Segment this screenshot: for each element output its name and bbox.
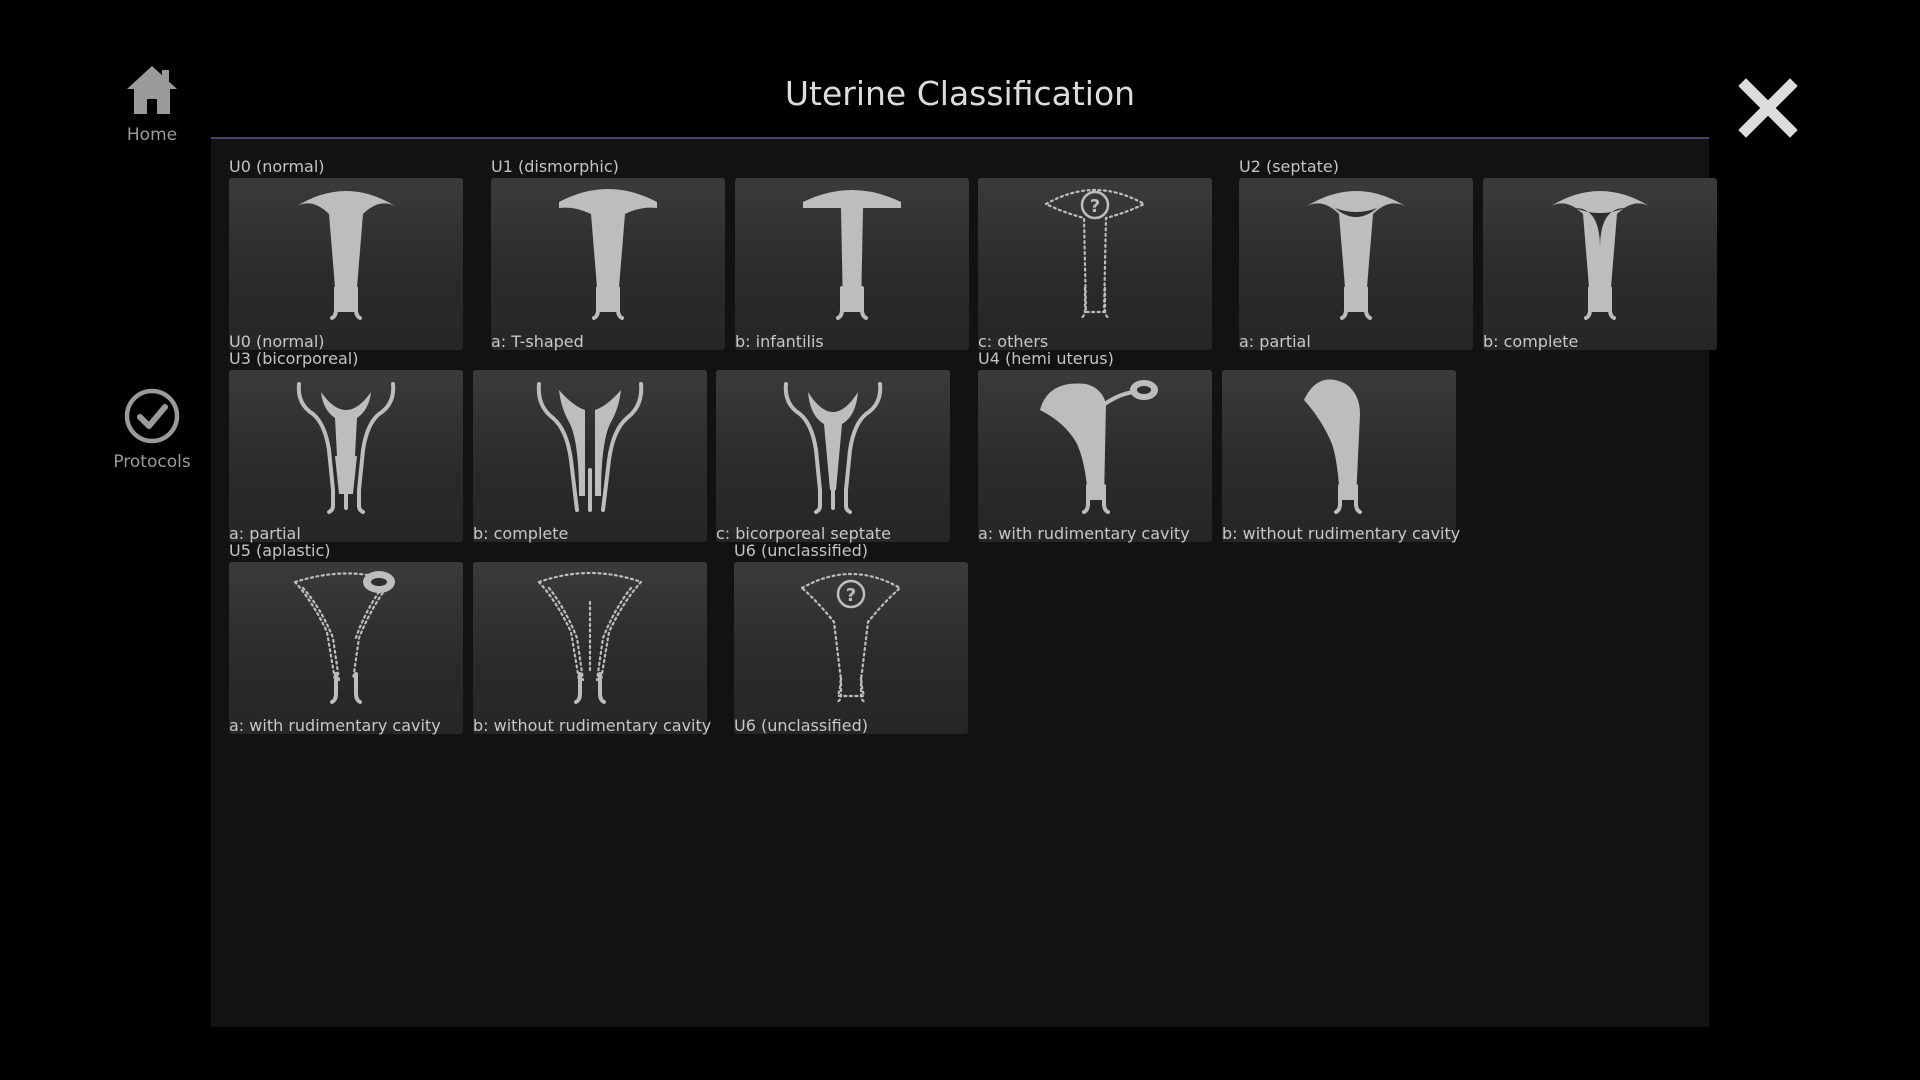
- uterus-bicorporeal-partial-icon: [296, 382, 396, 514]
- checkmark-circle-icon: [124, 388, 180, 444]
- group-label-u2: U2 (septate): [1239, 157, 1339, 176]
- uterus-bicorporeal-septate-icon: [783, 382, 883, 514]
- tile-label: a: with rudimentary cavity: [978, 524, 1190, 543]
- uterus-hemi-icon: [1304, 379, 1362, 514]
- group-label-u3: U3 (bicorporeal): [229, 349, 359, 368]
- tile-u4b-without-rudimentary-cavity[interactable]: b: without rudimentary cavity: [1222, 370, 1460, 543]
- group-label-u1: U1 (dismorphic): [491, 157, 619, 176]
- uterus-unclassified-icon: ?: [800, 573, 902, 704]
- tile-label: b: infantilis: [735, 332, 824, 351]
- tile-label: a: partial: [229, 524, 301, 543]
- uterus-partial-septum-icon: [1307, 191, 1405, 320]
- protocols-button[interactable]: Protocols: [110, 387, 194, 472]
- uterus-aplastic-rudimentary-icon: [293, 571, 395, 704]
- tile-label: b: complete: [473, 524, 569, 543]
- page-title: Uterine Classification: [784, 74, 1136, 113]
- close-button[interactable]: [1738, 78, 1798, 138]
- tile-label: U6 (unclassified): [734, 716, 868, 735]
- tile-u1c-others[interactable]: ? c: others: [978, 178, 1212, 351]
- protocols-label: Protocols: [113, 452, 191, 472]
- question-mark-icon: ?: [1090, 196, 1100, 217]
- tile-u2a-partial[interactable]: a: partial: [1239, 178, 1473, 351]
- group-label-u0: U0 (normal): [229, 157, 325, 176]
- tile-u2b-complete[interactable]: b: complete: [1483, 178, 1717, 351]
- tile-u3b-complete[interactable]: b: complete: [473, 370, 707, 543]
- tile-label: c: bicorporeal septate: [716, 524, 891, 543]
- tile-label: b: complete: [1483, 332, 1579, 351]
- uterus-t-shaped-icon: [559, 189, 657, 320]
- tile-u5b-without-rudimentary-cavity[interactable]: b: without rudimentary cavity: [473, 562, 711, 735]
- tile-label: a: partial: [1239, 332, 1311, 351]
- tile-u6-unclassified[interactable]: ? U6 (unclassified): [734, 562, 968, 735]
- tile-u0-normal[interactable]: U0 (normal): [229, 178, 463, 351]
- uterus-bicorporeal-complete-icon: [536, 382, 644, 512]
- classification-panel: U0 (normal) U1 (dismorphic) U2 (septate)…: [211, 139, 1717, 1027]
- group-label-u5: U5 (aplastic): [229, 541, 331, 560]
- tile-u3c-bicorporeal-septate[interactable]: c: bicorporeal septate: [716, 370, 950, 543]
- tile-u1b-infantilis[interactable]: b: infantilis: [735, 178, 969, 351]
- tile-label: c: others: [978, 332, 1049, 351]
- tile-label: a: with rudimentary cavity: [229, 716, 441, 735]
- tile-u3a-partial[interactable]: a: partial: [229, 370, 463, 543]
- close-icon: [1738, 78, 1798, 138]
- uterus-infantilis-icon: [803, 190, 901, 320]
- tile-label: b: without rudimentary cavity: [1222, 524, 1461, 543]
- tile-u1a-t-shaped[interactable]: a: T-shaped: [491, 178, 725, 351]
- home-label: Home: [126, 125, 178, 145]
- group-label-u4: U4 (hemi uterus): [978, 349, 1114, 368]
- tile-u5a-with-rudimentary-cavity[interactable]: a: with rudimentary cavity: [229, 562, 463, 735]
- uterus-unclassified-icon: ?: [1043, 189, 1147, 320]
- group-label-u6: U6 (unclassified): [734, 541, 868, 560]
- uterus-complete-septum-icon: [1551, 191, 1649, 320]
- uterus-aplastic-icon: [537, 571, 643, 704]
- uterus-normal-icon: [297, 191, 395, 320]
- uterus-hemi-rudimentary-icon: [1040, 380, 1158, 514]
- tile-u4a-with-rudimentary-cavity[interactable]: a: with rudimentary cavity: [978, 370, 1212, 543]
- tile-label: U0 (normal): [229, 332, 325, 351]
- question-mark-icon: ?: [846, 585, 856, 606]
- tile-label: b: without rudimentary cavity: [473, 716, 712, 735]
- tile-label: a: T-shaped: [491, 332, 584, 351]
